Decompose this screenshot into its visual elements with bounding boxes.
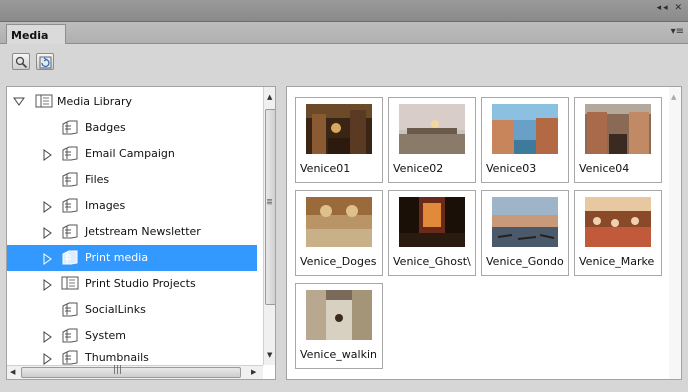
scroll-down-arrow-icon[interactable]: ▼ (267, 351, 272, 359)
scroll-left-arrow-icon[interactable]: ◀ (10, 368, 15, 376)
tree-item-label: Print Studio Projects (85, 277, 196, 290)
thumbnail-caption: Venice_Doges (300, 255, 377, 268)
photo-thumbnail (585, 104, 651, 154)
tree-item-badges[interactable]: Badges (7, 115, 257, 141)
folder-icon (61, 302, 78, 317)
tree-item-email-campaign[interactable]: Email Campaign (7, 141, 257, 167)
thumbnail-caption: Venice_Marke (579, 255, 655, 268)
tree-item-label: Print media (85, 251, 149, 264)
folder-icon (61, 328, 78, 343)
media-thumbnail-grid: Venice01 Venice02 Venice03 Venice04 Venice_D… (286, 86, 682, 380)
thumbnail-caption: Venice_Gondo (486, 255, 564, 268)
tree-item-label: SocialLinks (85, 303, 146, 316)
expand-arrow-icon[interactable] (43, 201, 53, 213)
media-library-tree[interactable]: Media Library Badges Email Campaign Files Im… (6, 86, 276, 380)
photo-thumbnail (492, 197, 558, 247)
folder-icon (61, 224, 78, 239)
expand-arrow-icon[interactable] (13, 97, 25, 107)
tree-item-files[interactable]: Files (7, 167, 257, 193)
media-thumbnail-card[interactable]: Venice_Doges (295, 190, 383, 276)
media-thumbnail-card[interactable]: Venice_Gondo (481, 190, 569, 276)
tree-item-label: Thumbnails (85, 351, 149, 364)
grip-icon: ||| (113, 365, 123, 375)
expand-arrow-icon[interactable] (43, 353, 53, 365)
folder-icon (61, 350, 78, 365)
thumbnail-caption: Venice_Ghost\ (393, 255, 471, 268)
media-thumbnail-card[interactable]: Venice_Marke (574, 190, 662, 276)
grid-scroll-up-arrow-icon[interactable]: ▲ (671, 93, 676, 101)
scroll-right-arrow-icon[interactable]: ▶ (251, 368, 256, 376)
search-icon (15, 56, 28, 69)
photo-thumbnail (399, 104, 465, 154)
tree-item-label: System (85, 329, 127, 342)
photo-thumbnail (306, 290, 372, 340)
media-toolbar (0, 44, 688, 78)
thumbnail-caption: Venice01 (300, 162, 351, 175)
tab-media[interactable]: Media (6, 24, 66, 45)
expand-arrow-icon[interactable] (43, 279, 53, 291)
panel-menu-icon[interactable]: ▾≡ (671, 26, 684, 37)
tree-item-jetstream-newsletter[interactable]: Jetstream Newsletter (7, 219, 257, 245)
tree-horizontal-scrollbar[interactable]: ◀ ||| ▶ (7, 365, 263, 379)
folder-icon (61, 172, 78, 187)
tree-item-label: Jetstream Newsletter (85, 225, 201, 238)
tree-item-label: Files (85, 173, 110, 186)
expand-arrow-icon[interactable] (43, 331, 53, 343)
library-icon (35, 94, 53, 109)
folder-icon (61, 198, 78, 213)
tree-item-print-media[interactable]: Print media (7, 245, 257, 271)
folder-icon (61, 146, 78, 161)
tree-item-label: Badges (85, 121, 126, 134)
refresh-button[interactable] (36, 53, 54, 70)
folder-icon (61, 120, 78, 135)
photo-thumbnail (585, 197, 651, 247)
thumbnail-caption: Venice03 (486, 162, 537, 175)
photo-thumbnail (492, 104, 558, 154)
folder-icon (61, 250, 78, 265)
grip-icon: ═ ═ (267, 196, 272, 208)
tree-vertical-scrollbar[interactable]: ▲ ═ ═ ▼ (263, 87, 275, 365)
tree-item-label: Email Campaign (85, 147, 175, 160)
thumbnail-caption: Venice04 (579, 162, 630, 175)
photo-thumbnail (306, 104, 372, 154)
tree-item-media-library[interactable]: Media Library (7, 89, 257, 115)
panel-window-controls[interactable]: ◂◂ ✕ (657, 3, 684, 13)
grid-vertical-scrollbar[interactable]: ▲ (669, 87, 681, 379)
tree-hscroll-thumb[interactable] (21, 367, 241, 378)
photo-thumbnail (399, 197, 465, 247)
tree-item-print-studio-projects[interactable]: Print Studio Projects (7, 271, 257, 297)
expand-arrow-icon[interactable] (43, 149, 53, 161)
panel-tab-row: Media ▾≡ (0, 22, 688, 45)
search-button[interactable] (12, 53, 30, 70)
thumbnail-caption: Venice_walkin (300, 348, 377, 361)
library-icon (61, 276, 79, 291)
media-thumbnail-card[interactable]: Venice03 (481, 97, 569, 183)
tree-item-label: Media Library (57, 95, 132, 108)
photo-thumbnail (306, 197, 372, 247)
panel-title-bar: ◂◂ ✕ (0, 0, 688, 22)
media-thumbnail-card[interactable]: Venice_walkin (295, 283, 383, 369)
media-thumbnail-card[interactable]: Venice04 (574, 97, 662, 183)
tree-item-sociallinks[interactable]: SocialLinks (7, 297, 257, 323)
thumbnail-caption: Venice02 (393, 162, 444, 175)
expand-arrow-icon[interactable] (43, 227, 53, 239)
expand-arrow-icon[interactable] (43, 253, 53, 265)
refresh-icon (39, 56, 52, 69)
tree-item-images[interactable]: Images (7, 193, 257, 219)
pane-splitter[interactable] (278, 86, 286, 380)
media-thumbnail-card[interactable]: Venice02 (388, 97, 476, 183)
scroll-up-arrow-icon[interactable]: ▲ (267, 93, 272, 101)
media-thumbnail-card[interactable]: Venice_Ghost\ (388, 190, 476, 276)
media-thumbnail-card[interactable]: Venice01 (295, 97, 383, 183)
tree-item-label: Images (85, 199, 126, 212)
